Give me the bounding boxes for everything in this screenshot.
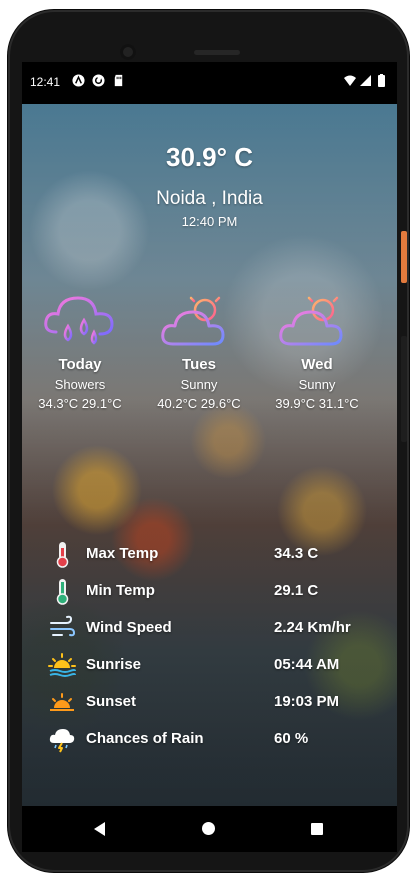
detail-value: 29.1 C (274, 582, 319, 599)
wifi-icon (344, 75, 356, 86)
detail-row-chances-of-rain: Chances of Rain 60 % (22, 723, 397, 760)
detail-row-min-temp: Min Temp 29.1 C (22, 575, 397, 612)
detail-label: Sunset (86, 693, 137, 710)
status-time: 12:41 (30, 75, 61, 89)
partly-sunny-icon (279, 290, 345, 346)
sunrise-icon (48, 653, 76, 677)
forecast-day-name: Wed (301, 356, 333, 373)
detail-label: Min Temp (86, 582, 155, 599)
forecast-day-wed[interactable]: Wed Sunny 39.9°C 31.1°C (262, 288, 372, 411)
camera-icon (120, 44, 136, 60)
forecast-condition: Showers (54, 377, 106, 392)
forecast-day-name: Tues (182, 356, 216, 373)
forecast-day-tues[interactable]: Tues Sunny 40.2°C 29.6°C (144, 288, 254, 411)
detail-row-sunset: Sunset 19:03 PM (22, 686, 397, 723)
power-button[interactable] (401, 231, 407, 283)
detail-row-max-temp: Max Temp 34.3 C (22, 538, 397, 575)
forecast-temp-range: 34.3°C 29.1°C (38, 396, 122, 411)
detail-value: 2.24 Km/hr (274, 619, 351, 636)
forecast-temp-range: 39.9°C 31.1°C (275, 396, 359, 411)
partly-sunny-icon (161, 290, 227, 346)
wind-icon (50, 615, 76, 637)
detail-value: 19:03 PM (274, 693, 340, 710)
rain-cloud-icon (49, 729, 75, 753)
detail-value: 05:44 AM (274, 656, 340, 673)
app-a-icon (72, 74, 85, 87)
speaker-grille (194, 50, 240, 55)
weather-content: 30.9° C Noida , India 12:40 PM Today Sho… (22, 104, 397, 806)
back-icon[interactable] (94, 822, 105, 836)
status-bar: 12:41 (22, 62, 397, 104)
location-label: Noida , India (156, 188, 263, 209)
thermometer-cold-icon (56, 579, 69, 605)
detail-label: Sunrise (86, 656, 142, 673)
cellular-icon (360, 75, 371, 86)
home-icon[interactable] (202, 822, 215, 835)
screen: 12:41 30.9° C Noida , India 12:40 PM Tod… (22, 62, 397, 806)
detail-row-sunrise: Sunrise 05:44 AM (22, 649, 397, 686)
thermometer-hot-icon (56, 542, 69, 568)
detail-value: 60 % (274, 730, 309, 747)
volume-button[interactable] (401, 336, 407, 442)
current-temperature: 30.9° C (165, 142, 253, 172)
forecast-day-today[interactable]: Today Showers 34.3°C 29.1°C (25, 288, 135, 411)
status-right-icons (344, 74, 385, 87)
battery-icon (378, 75, 385, 87)
forecast-temp-range: 40.2°C 29.6°C (157, 396, 241, 411)
recents-icon[interactable] (311, 823, 323, 835)
updated-time: 12:40 PM (181, 214, 238, 229)
detail-value: 34.3 C (274, 545, 319, 562)
showers-icon (44, 296, 114, 345)
navigation-bar (22, 806, 397, 852)
forecast-day-name: Today (58, 356, 102, 373)
detail-row-wind-speed: Wind Speed 2.24 Km/hr (22, 612, 397, 649)
forecast-condition: Sunny (180, 377, 218, 392)
sunset-icon (50, 693, 74, 711)
sd-card-icon (114, 74, 123, 87)
detail-label: Wind Speed (86, 619, 172, 636)
forecast-condition: Sunny (298, 377, 336, 392)
sync-icon (92, 74, 105, 87)
detail-label: Max Temp (86, 545, 159, 562)
detail-label: Chances of Rain (86, 730, 204, 747)
